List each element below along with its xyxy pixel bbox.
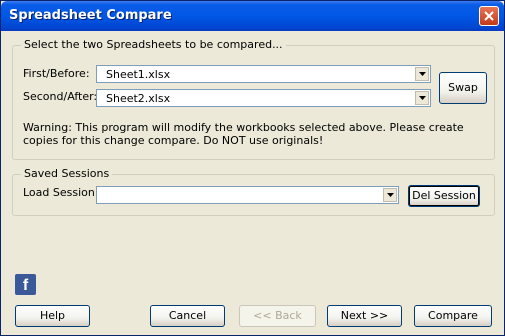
second-after-select[interactable]: Sheet2.xlsx — [96, 89, 431, 107]
second-after-value: Sheet2.xlsx — [106, 92, 171, 105]
del-session-button[interactable]: Del Session — [408, 185, 480, 207]
window-title: Spreadsheet Compare — [9, 8, 172, 23]
first-before-dropdown-button[interactable] — [415, 67, 429, 81]
compare-button[interactable]: Compare — [414, 305, 492, 327]
load-session-dropdown-button[interactable] — [383, 188, 397, 202]
first-before-label: First/Before: — [23, 67, 90, 80]
spreadsheet-compare-dialog: Spreadsheet Compare Select the two Sprea… — [0, 0, 505, 336]
warning-text: Warning: This program will modify the wo… — [23, 121, 464, 147]
title-bar[interactable]: Spreadsheet Compare — [1, 1, 504, 31]
cancel-button[interactable]: Cancel — [150, 305, 225, 327]
load-session-label: Load Session: — [23, 186, 99, 199]
compare-group-legend: Select the two Spreadsheets to be compar… — [21, 38, 286, 51]
second-after-label: Second/After: — [23, 90, 98, 103]
close-button[interactable] — [479, 6, 499, 26]
help-button[interactable]: Help — [15, 305, 90, 327]
close-icon — [484, 11, 494, 21]
load-session-select[interactable] — [96, 186, 399, 204]
first-before-value: Sheet1.xlsx — [106, 68, 171, 81]
facebook-icon[interactable]: f — [15, 274, 36, 295]
chevron-down-icon — [419, 96, 426, 100]
next-button[interactable]: Next >> — [327, 305, 402, 327]
chevron-down-icon — [387, 193, 394, 197]
first-before-select[interactable]: Sheet1.xlsx — [96, 65, 431, 83]
swap-button[interactable]: Swap — [439, 72, 487, 104]
second-after-dropdown-button[interactable] — [415, 91, 429, 105]
chevron-down-icon — [419, 72, 426, 76]
back-button[interactable]: << Back — [239, 305, 316, 327]
saved-sessions-legend: Saved Sessions — [21, 167, 113, 180]
